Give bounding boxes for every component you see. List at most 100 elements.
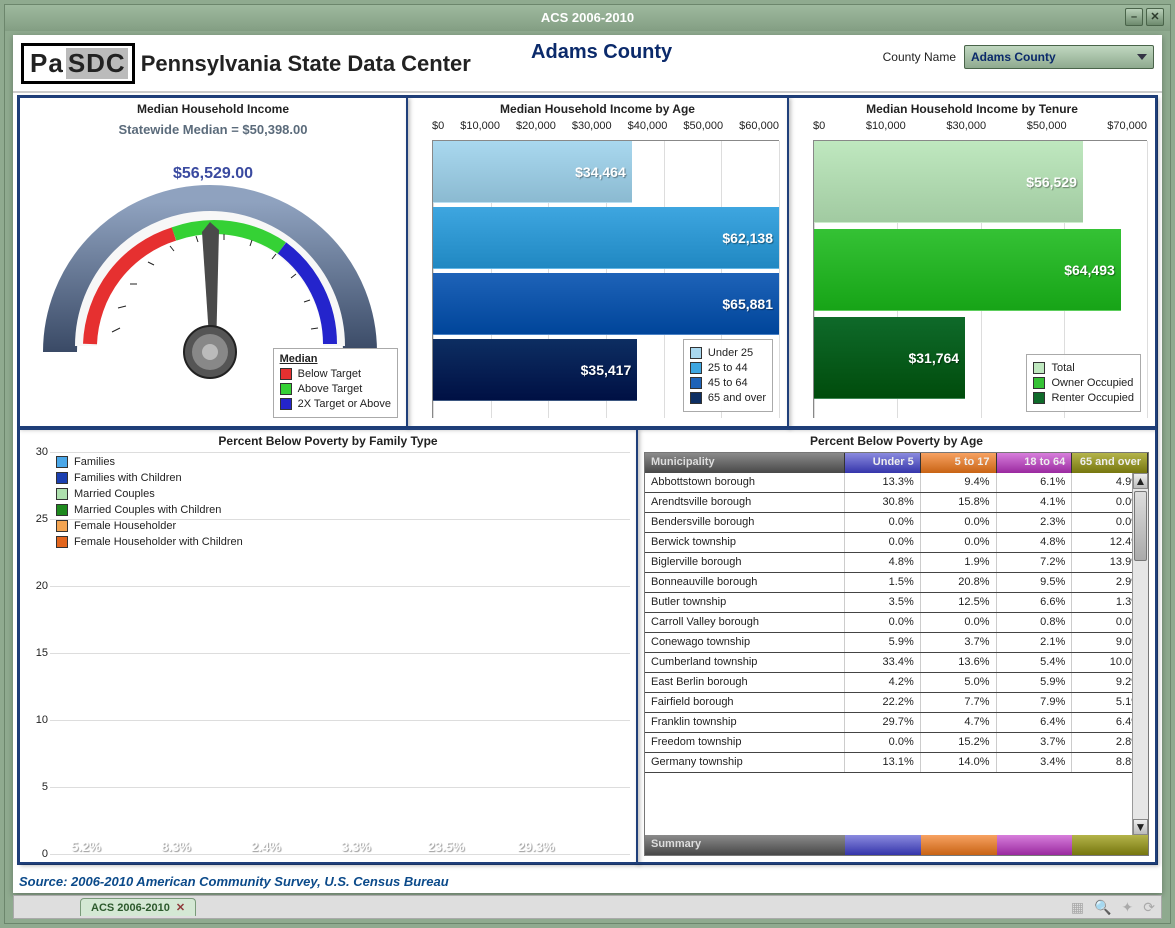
cell-value: 4.7% — [921, 713, 997, 732]
minimize-button[interactable]: – — [1125, 8, 1143, 26]
cell-value: 0.0% — [921, 533, 997, 552]
legend-row: Female Householder with Children — [56, 536, 243, 548]
page-title: Adams County — [531, 41, 672, 64]
swatch-icon — [56, 504, 68, 516]
hbar: $35,417 — [433, 339, 637, 401]
cell-value: 13.1% — [845, 753, 921, 772]
cell-value: 0.0% — [845, 613, 921, 632]
income-by-age-panel: Median Household Income by Age $0$10,000… — [406, 96, 789, 428]
table-row[interactable]: Germany township13.1%14.0%3.4%8.8% — [645, 753, 1148, 773]
legend-row: Married Couples with Children — [56, 504, 243, 516]
cell-value: 3.7% — [997, 733, 1073, 752]
cell-value: 12.5% — [921, 593, 997, 612]
county-dropdown[interactable]: Adams County — [964, 45, 1154, 69]
window-titlebar: ACS 2006-2010 – ✕ — [5, 5, 1170, 31]
table-row[interactable]: Franklin township29.7%4.7%6.4%6.4% — [645, 713, 1148, 733]
col-65over[interactable]: 65 and over — [1072, 453, 1148, 473]
dashboard: Median Household Income Statewide Median… — [17, 95, 1158, 865]
cell-value: 2.3% — [997, 513, 1073, 532]
cell-value: 0.0% — [921, 613, 997, 632]
cell-value: 5.4% — [997, 653, 1073, 672]
table-row[interactable]: Biglerville borough4.8%1.9%7.2%13.9% — [645, 553, 1148, 573]
cell-value: 9.5% — [997, 573, 1073, 592]
grid-icon[interactable]: ▦ — [1071, 899, 1084, 916]
table-row[interactable]: Abbottstown borough13.3%9.4%6.1%4.9% — [645, 473, 1148, 493]
table-row[interactable]: Berwick township0.0%0.0%4.8%12.4% — [645, 533, 1148, 553]
column-label: 8.3% — [150, 839, 202, 854]
gauge-legend-title: Median — [280, 353, 391, 365]
income-by-age-title: Median Household Income by Age — [408, 98, 787, 120]
col-municipality[interactable]: Municipality — [645, 453, 845, 473]
gauge-legend: Median Below TargetAbove Target2X Target… — [273, 348, 398, 418]
table-row[interactable]: Fairfield borough22.2%7.7%7.9%5.1% — [645, 693, 1148, 713]
legend-label: Female Householder — [74, 520, 176, 532]
cell-value: 7.2% — [997, 553, 1073, 572]
cell-value: 0.8% — [997, 613, 1073, 632]
search-icon[interactable]: 🔍 — [1094, 899, 1111, 916]
sheet-tab[interactable]: ACS 2006-2010 ✕ — [80, 898, 196, 916]
column-label: 3.3% — [330, 839, 382, 854]
cell-value: 13.6% — [921, 653, 997, 672]
table-body: Abbottstown borough13.3%9.4%6.1%4.9%Aren… — [645, 473, 1148, 835]
legend-label: 25 to 44 — [708, 362, 748, 374]
cell-municipality: Bendersville borough — [645, 513, 845, 532]
table-row[interactable]: Conewago township5.9%3.7%2.1%9.0% — [645, 633, 1148, 653]
cell-value: 0.0% — [845, 533, 921, 552]
table-row[interactable]: Cumberland township33.4%13.6%5.4%10.0% — [645, 653, 1148, 673]
cell-municipality: Butler township — [645, 593, 845, 612]
window-title: ACS 2006-2010 — [541, 10, 634, 25]
cell-municipality: Carroll Valley borough — [645, 613, 845, 632]
close-button[interactable]: ✕ — [1146, 8, 1164, 26]
gauge-title: Median Household Income — [20, 98, 406, 120]
legend-label: Below Target — [298, 368, 361, 380]
cell-value: 20.8% — [921, 573, 997, 592]
swatch-icon — [56, 520, 68, 532]
y-tick: 25 — [26, 513, 48, 525]
income-by-tenure-panel: Median Household Income by Tenure $0$10,… — [787, 96, 1157, 428]
table-row[interactable]: Arendtsville borough30.8%15.8%4.1%0.0% — [645, 493, 1148, 513]
col-5to17[interactable]: 5 to 17 — [921, 453, 997, 473]
cell-municipality: Freedom township — [645, 733, 845, 752]
cell-municipality: Berwick township — [645, 533, 845, 552]
axis-tick: $60,000 — [739, 120, 779, 138]
table-row[interactable]: Bonneauville borough1.5%20.8%9.5%2.9% — [645, 573, 1148, 593]
scroll-thumb[interactable] — [1134, 491, 1147, 561]
cell-municipality: Bonneauville borough — [645, 573, 845, 592]
swatch-icon — [280, 368, 292, 380]
col-18to64[interactable]: 18 to 64 — [997, 453, 1073, 473]
legend-label: Female Householder with Children — [74, 536, 243, 548]
refresh-icon[interactable]: ⟳ — [1143, 899, 1155, 916]
table-row[interactable]: Freedom township0.0%15.2%3.7%2.8% — [645, 733, 1148, 753]
cell-value: 7.9% — [997, 693, 1073, 712]
hbar: $65,881 — [433, 273, 779, 335]
y-tick: 0 — [26, 848, 48, 860]
axis-tick: $30,000 — [946, 120, 986, 138]
dropdown-label: County Name — [883, 50, 956, 64]
tab-close-icon[interactable]: ✕ — [176, 901, 185, 914]
cell-value: 0.0% — [845, 513, 921, 532]
cell-value: 9.4% — [921, 473, 997, 492]
legend-row: Female Householder — [56, 520, 243, 532]
logo-pa: Pa — [28, 48, 66, 79]
table-row[interactable]: Butler township3.5%12.5%6.6%1.3% — [645, 593, 1148, 613]
legend-row: 65 and over — [690, 392, 766, 404]
table-row[interactable]: Bendersville borough0.0%0.0%2.3%0.0% — [645, 513, 1148, 533]
col-under5[interactable]: Under 5 — [845, 453, 921, 473]
legend-label: Married Couples — [74, 488, 155, 500]
legend-row: Below Target — [280, 368, 391, 380]
cell-value: 4.8% — [997, 533, 1073, 552]
cell-municipality: Germany township — [645, 753, 845, 772]
swatch-icon — [690, 362, 702, 374]
legend-row: Families with Children — [56, 472, 243, 484]
logo-sdc: SDC — [66, 48, 128, 79]
cell-value: 15.2% — [921, 733, 997, 752]
table-scrollbar[interactable]: ▲ ▼ — [1132, 473, 1148, 835]
table-row[interactable]: East Berlin borough4.2%5.0%5.9%9.2% — [645, 673, 1148, 693]
table-row[interactable]: Carroll Valley borough0.0%0.0%0.8%0.0% — [645, 613, 1148, 633]
axis-tick: $70,000 — [1107, 120, 1147, 138]
org-logo: PaSDC Pennsylvania State Data Center — [21, 43, 471, 84]
scroll-down-icon[interactable]: ▼ — [1133, 819, 1148, 835]
legend-row: Total — [1033, 362, 1134, 374]
palette-icon[interactable]: ✦ — [1122, 899, 1134, 916]
scroll-up-icon[interactable]: ▲ — [1133, 473, 1148, 489]
